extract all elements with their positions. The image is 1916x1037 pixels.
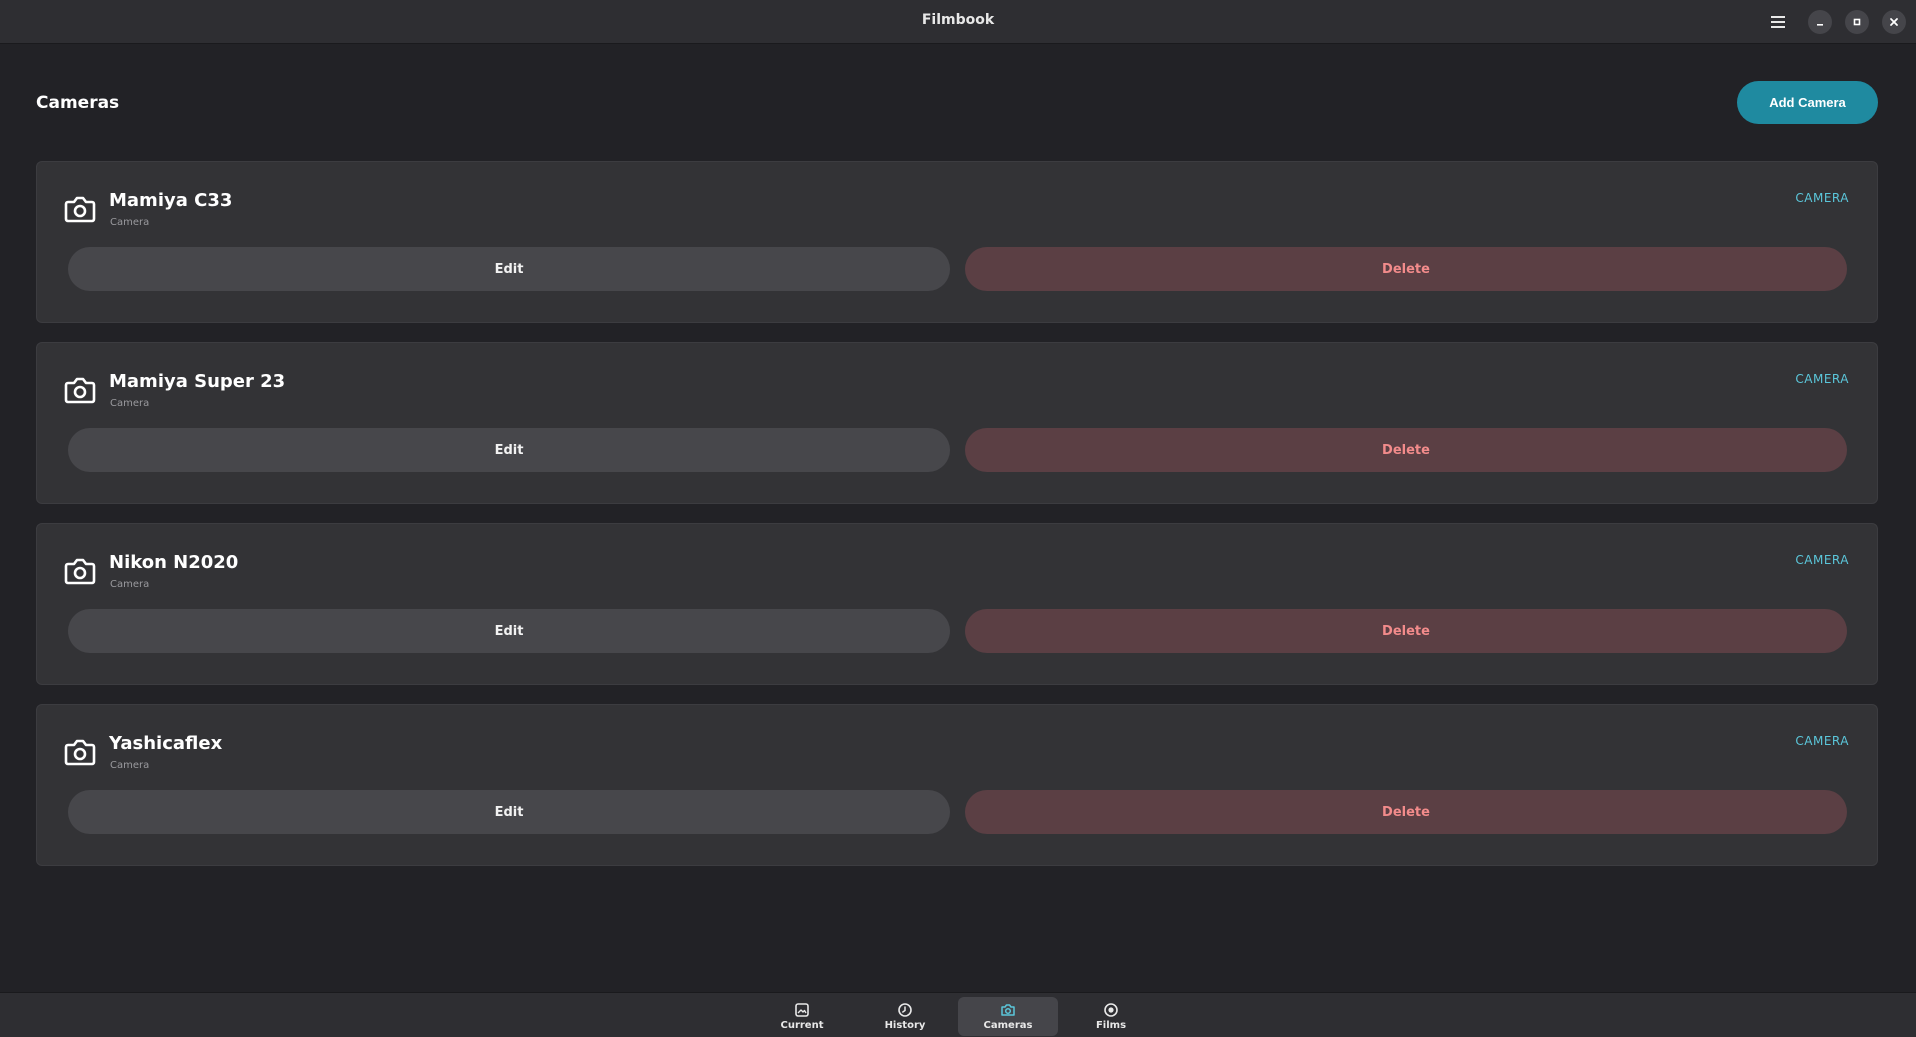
nav-tab-films[interactable]: Films	[1061, 997, 1161, 1036]
nav-tab-current[interactable]: Current	[752, 997, 852, 1036]
clock-icon	[898, 1003, 912, 1017]
camera-name: Mamiya Super 23	[109, 371, 286, 392]
camera-tag: CAMERA	[1795, 372, 1849, 386]
minimize-button[interactable]	[1808, 10, 1832, 34]
delete-button[interactable]: Delete	[965, 247, 1847, 291]
camera-icon	[64, 739, 96, 766]
add-camera-button[interactable]: Add Camera	[1737, 81, 1878, 124]
camera-icon	[64, 377, 96, 404]
bottom-navigation: Current History Cameras Films	[0, 992, 1916, 1037]
window-title: Filmbook	[921, 12, 995, 28]
image-icon	[795, 1003, 809, 1017]
camera-subtitle: Camera	[110, 398, 150, 409]
main-content: Cameras Add Camera Mamiya C33 Camera CAM…	[0, 45, 1916, 992]
delete-button[interactable]: Delete	[965, 609, 1847, 653]
camera-tag: CAMERA	[1795, 734, 1849, 748]
edit-button[interactable]: Edit	[68, 609, 950, 653]
main-menu-button[interactable]	[1762, 10, 1794, 34]
camera-subtitle: Camera	[110, 217, 150, 228]
delete-button[interactable]: Delete	[965, 790, 1847, 834]
edit-button[interactable]: Edit	[68, 428, 950, 472]
camera-card: Mamiya Super 23 Camera CAMERA Edit Delet…	[36, 342, 1878, 504]
camera-name: Nikon N2020	[109, 552, 239, 573]
close-icon	[1890, 18, 1898, 26]
camera-icon	[64, 558, 96, 585]
maximize-button[interactable]	[1845, 10, 1869, 34]
camera-subtitle: Camera	[110, 579, 150, 590]
camera-name: Mamiya C33	[109, 190, 233, 211]
title-bar: Filmbook	[0, 0, 1916, 44]
camera-subtitle: Camera	[110, 760, 150, 771]
camera-card: Nikon N2020 Camera CAMERA Edit Delete	[36, 523, 1878, 685]
camera-tag: CAMERA	[1795, 191, 1849, 205]
maximize-icon	[1853, 18, 1861, 26]
camera-card: Mamiya C33 Camera CAMERA Edit Delete	[36, 161, 1878, 323]
nav-tab-label: History	[884, 1020, 926, 1031]
close-button[interactable]	[1882, 10, 1906, 34]
minimize-icon	[1817, 24, 1823, 26]
nav-tab-cameras[interactable]: Cameras	[958, 997, 1058, 1036]
edit-button[interactable]: Edit	[68, 790, 950, 834]
edit-button[interactable]: Edit	[68, 247, 950, 291]
page-title: Cameras	[36, 93, 120, 113]
camera-tag: CAMERA	[1795, 553, 1849, 567]
film-reel-icon	[1104, 1003, 1118, 1017]
camera-icon	[64, 196, 96, 223]
hamburger-menu-icon	[1771, 16, 1785, 28]
camera-name: Yashicaflex	[109, 733, 223, 754]
nav-tab-label: Current	[780, 1020, 824, 1031]
nav-tab-history[interactable]: History	[855, 997, 955, 1036]
camera-icon	[1001, 1004, 1015, 1016]
nav-tab-label: Cameras	[983, 1020, 1033, 1031]
nav-tab-label: Films	[1095, 1020, 1127, 1031]
camera-card: Yashicaflex Camera CAMERA Edit Delete	[36, 704, 1878, 866]
delete-button[interactable]: Delete	[965, 428, 1847, 472]
